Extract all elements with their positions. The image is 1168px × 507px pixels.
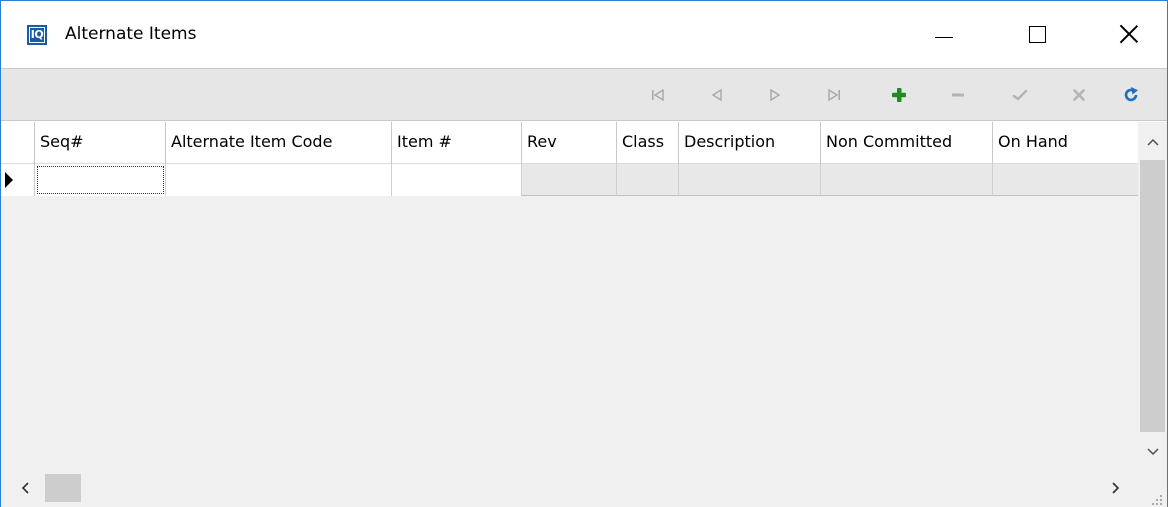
scroll-down-button[interactable] <box>1138 434 1167 470</box>
scroll-left-button[interactable] <box>7 469 43 506</box>
last-record-icon <box>828 88 840 102</box>
column-header-non-committed[interactable]: Non Committed <box>821 122 993 164</box>
plus-icon <box>892 88 906 102</box>
column-header-seq[interactable]: Seq# <box>35 122 166 164</box>
cell-seq[interactable] <box>35 164 166 196</box>
grip-dot <box>1156 503 1158 505</box>
cancel-edit-button[interactable] <box>1064 82 1094 108</box>
column-header-class[interactable]: Class <box>617 122 679 164</box>
scroll-right-button[interactable] <box>1098 469 1134 506</box>
first-record-icon <box>652 88 664 102</box>
refresh-data-button[interactable] <box>1116 82 1146 108</box>
column-header-alternate-item-code[interactable]: Alternate Item Code <box>166 122 392 164</box>
title-bar[interactable]: IQ Alternate Items <box>1 1 1167 67</box>
cell-item-number[interactable] <box>392 164 522 196</box>
cell-description[interactable] <box>679 164 821 196</box>
cell-non-committed[interactable] <box>821 164 993 196</box>
cell-alternate-item-code[interactable] <box>166 164 392 196</box>
cell-class[interactable] <box>617 164 679 196</box>
close-icon <box>1119 24 1139 44</box>
minimize-icon <box>935 36 953 38</box>
delete-record-button[interactable] <box>943 82 973 108</box>
window-title: Alternate Items <box>65 24 197 44</box>
chevron-down-icon <box>1146 448 1159 456</box>
chevron-up-icon <box>1146 138 1159 146</box>
grip-dot <box>1160 495 1162 497</box>
first-record-button[interactable] <box>643 82 673 108</box>
last-record-button[interactable] <box>819 82 849 108</box>
vertical-scrollbar[interactable] <box>1138 122 1167 469</box>
post-edit-button[interactable] <box>1005 82 1035 108</box>
close-button[interactable] <box>1096 1 1162 67</box>
prior-record-button[interactable] <box>702 82 732 108</box>
maximize-icon <box>1028 25 1046 43</box>
chevron-left-icon <box>21 481 29 494</box>
column-header-item-number[interactable]: Item # <box>392 122 522 164</box>
row-indicator <box>1 164 35 196</box>
grip-dot <box>1156 499 1158 501</box>
x-icon <box>1073 89 1085 101</box>
horizontal-scrollbar[interactable] <box>1 469 1138 506</box>
column-header-rev[interactable]: Rev <box>522 122 617 164</box>
horizontal-scroll-thumb[interactable] <box>45 474 81 502</box>
minus-icon <box>952 93 964 97</box>
checkmark-icon <box>1012 89 1028 101</box>
next-record-button[interactable] <box>760 82 790 108</box>
current-row-arrow-icon <box>5 172 13 188</box>
indicator-column-header <box>1 122 35 164</box>
app-icon: IQ <box>27 25 47 45</box>
insert-record-button[interactable] <box>884 82 914 108</box>
navigator-toolbar <box>1 68 1167 121</box>
cell-rev[interactable] <box>522 164 617 196</box>
cell-on-hand[interactable] <box>993 164 1138 196</box>
grip-dot <box>1160 503 1162 505</box>
scroll-up-button[interactable] <box>1138 124 1167 160</box>
grid-header-row: Seq# Alternate Item Code Item # Rev Clas… <box>1 122 1138 164</box>
grip-dot <box>1160 499 1162 501</box>
prior-record-icon <box>711 88 722 102</box>
vertical-scroll-thumb[interactable] <box>1140 160 1165 432</box>
alternate-items-grid[interactable]: Seq# Alternate Item Code Item # Rev Clas… <box>1 122 1167 507</box>
chevron-right-icon <box>1112 481 1120 494</box>
next-record-icon <box>770 88 781 102</box>
maximize-button[interactable] <box>1004 1 1070 67</box>
column-header-description[interactable]: Description <box>679 122 821 164</box>
grip-dot <box>1152 503 1154 505</box>
table-row[interactable] <box>1 164 1138 196</box>
minimize-button[interactable] <box>911 1 977 67</box>
alternate-items-window: IQ Alternate Items Seq# Alternate Item C… <box>0 0 1168 507</box>
size-grip[interactable] <box>1138 469 1167 506</box>
column-header-on-hand[interactable]: On Hand <box>993 122 1138 164</box>
refresh-icon <box>1124 87 1138 102</box>
